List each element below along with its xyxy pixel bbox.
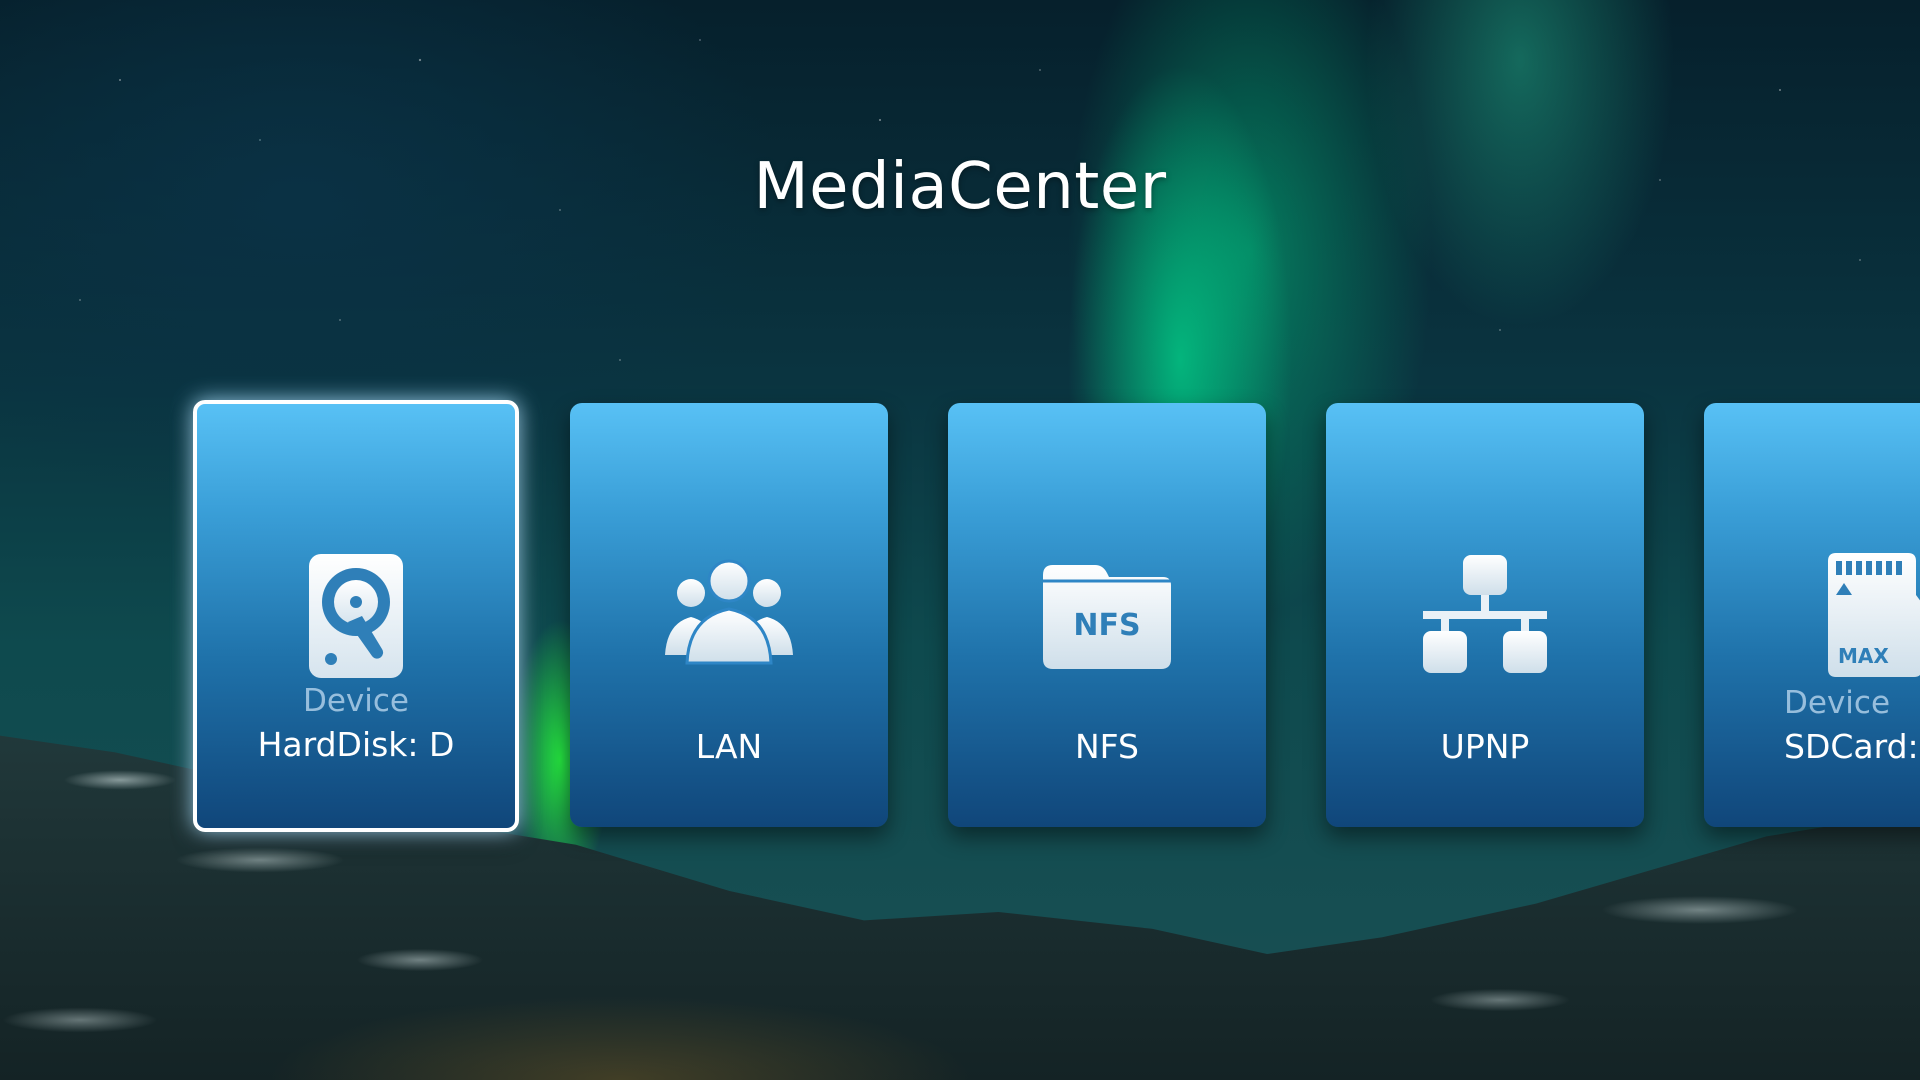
nfs-icon-text: NFS <box>1073 608 1140 643</box>
tile-nfs[interactable]: NFS NFS <box>948 403 1266 827</box>
tile-upnp[interactable]: UPNP <box>1326 403 1644 827</box>
tile-subtitle: Device <box>302 683 410 719</box>
tile-label: SDCard: <box>1784 727 1919 766</box>
tile-label: NFS <box>1074 727 1140 766</box>
users-group-icon <box>659 551 799 681</box>
hard-disk-icon <box>286 552 426 682</box>
network-icon <box>1415 551 1555 681</box>
source-tiles: Device HardDisk: D LAN NFS NFS UPNP MAX … <box>0 0 1920 1080</box>
tile-subtitle: Device <box>1784 685 1891 721</box>
tile-lan[interactable]: LAN <box>570 403 888 827</box>
media-center-screen: MediaCenter Device HardDisk: D LAN NFS N… <box>0 0 1920 1080</box>
tile-label: LAN <box>695 727 763 766</box>
tile-harddisk[interactable]: Device HardDisk: D <box>193 400 519 832</box>
sd-card-icon-text: MAX <box>1838 644 1889 668</box>
nfs-folder-icon: NFS <box>1037 551 1177 681</box>
sd-card-icon: MAX <box>1814 551 1920 681</box>
tile-label: HardDisk: D <box>257 725 455 764</box>
tile-label: UPNP <box>1440 727 1530 766</box>
tile-sdcard[interactable]: MAX Device SDCard: <box>1704 403 1920 827</box>
